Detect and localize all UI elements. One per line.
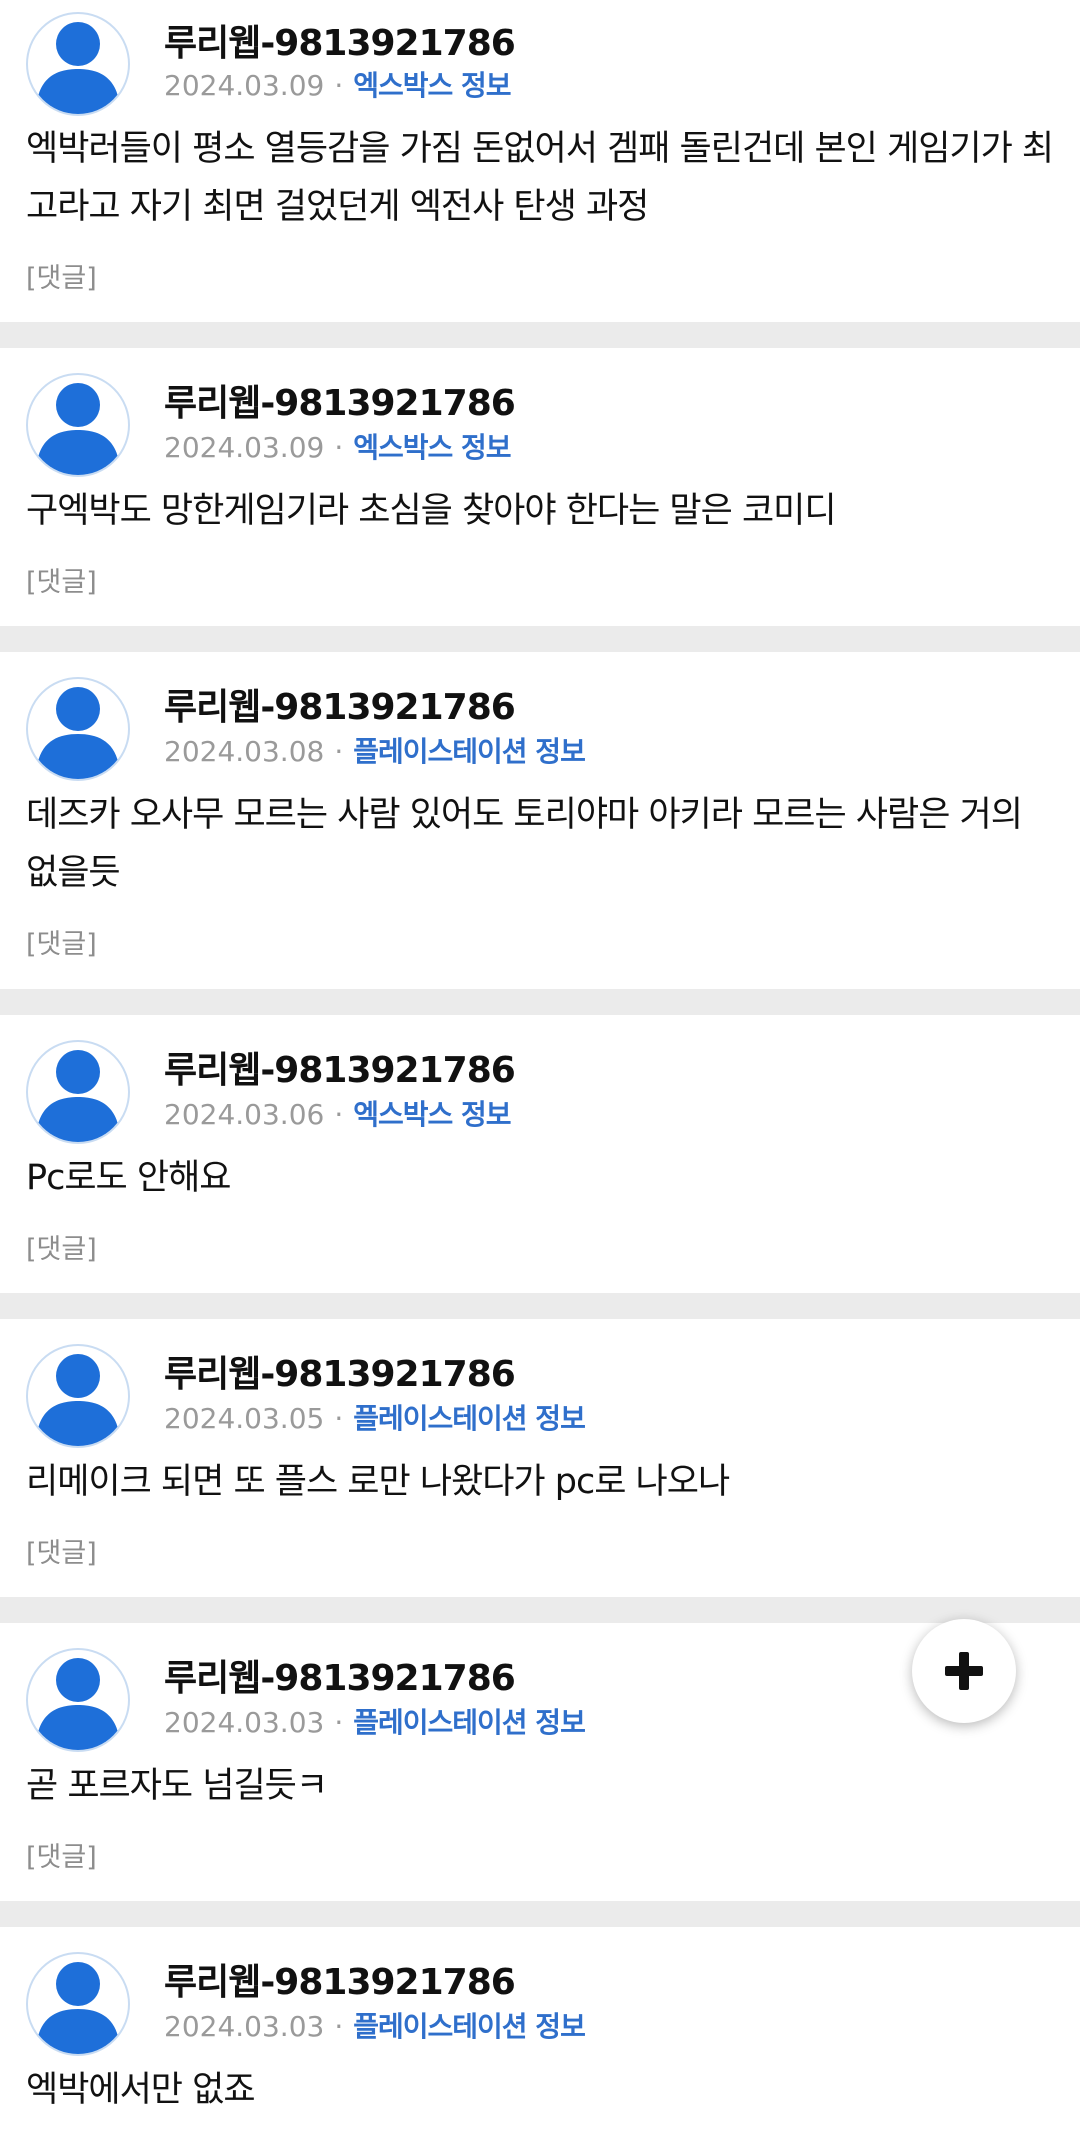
post-date: 2024.03.08 (164, 735, 325, 768)
reply-link[interactable]: [댓글] (26, 1227, 97, 1266)
board-link[interactable]: 엑스박스 정보 (353, 431, 511, 464)
comment-text[interactable]: 구엑박도 망한게임기라 초심을 찾아야 한다는 말은 코미디 (26, 482, 1054, 540)
board-link[interactable]: 플레이스테이션 정보 (353, 1706, 586, 1739)
post-divider (0, 1901, 1080, 1927)
plus-icon (945, 1652, 983, 1690)
post-divider (0, 322, 1080, 348)
reply-link[interactable]: [댓글] (26, 1531, 97, 1570)
post-divider (0, 1597, 1080, 1623)
user-avatar-icon (36, 383, 120, 475)
post-meta: 2024.03.08 · 플레이스테이션 정보 (164, 730, 586, 770)
user-avatar-icon (36, 687, 120, 779)
avatar[interactable] (26, 1648, 130, 1752)
user-avatar-icon (36, 1050, 120, 1142)
author-name[interactable]: 루리웹-9813921786 (164, 678, 516, 730)
post-feed: 루리웹-9813921786 2024.03.09 · 엑스박스 정보 엑박러들이 … (0, 0, 1080, 2127)
reply-link[interactable]: [댓글] (26, 922, 97, 961)
meta-separator: · (334, 1706, 344, 1739)
post-date: 2024.03.06 (164, 1098, 325, 1131)
post-card[interactable]: 루리웹-9813921786 2024.03.09 · 엑스박스 정보 구엑박도 망… (0, 348, 1080, 626)
avatar[interactable] (26, 373, 130, 477)
comment-text[interactable]: 리메이크 되면 또 플스 로만 나왔다가 pc로 나오나 (26, 1453, 1054, 1511)
board-link[interactable]: 플레이스테이션 정보 (353, 735, 586, 768)
comment-text[interactable]: 엑박에서만 없죠 (26, 2061, 1054, 2119)
author-name[interactable]: 루리웹-9813921786 (164, 1041, 516, 1093)
post-meta: 2024.03.09 · 엑스박스 정보 (164, 64, 512, 104)
post-meta: 2024.03.03 · 플레이스테이션 정보 (164, 2005, 586, 2045)
board-link[interactable]: 엑스박스 정보 (353, 1098, 511, 1131)
avatar[interactable] (26, 1344, 130, 1448)
comment-text[interactable]: Pc로도 안해요 (26, 1149, 1054, 1207)
author-name[interactable]: 루리웹-9813921786 (164, 1345, 516, 1397)
board-link[interactable]: 플레이스테이션 정보 (353, 2010, 586, 2043)
meta-separator: · (334, 2010, 344, 2043)
author-name[interactable]: 루리웹-9813921786 (164, 1953, 516, 2005)
post-date: 2024.03.03 (164, 2010, 325, 2043)
meta-separator: · (334, 1402, 344, 1435)
comment-text[interactable]: 엑박러들이 평소 열등감을 가짐 돈없어서 겜패 돌린건데 본인 게임기가 최고… (26, 120, 1054, 236)
comment-text[interactable]: 곧 포르자도 넘길듯ㅋ (26, 1757, 1054, 1815)
post-card[interactable]: 루리웹-9813921786 2024.03.05 · 플레이스테이션 정보 리메이… (0, 1319, 1080, 1597)
post-card[interactable]: 루리웹-9813921786 2024.03.06 · 엑스박스 정보 Pc로도 안… (0, 1015, 1080, 1293)
post-card[interactable]: 루리웹-9813921786 2024.03.09 · 엑스박스 정보 엑박러들이 … (0, 0, 1080, 322)
comment-text[interactable]: 데즈카 오사무 모르는 사람 있어도 토리야마 아키라 모르는 사람은 거의 없… (26, 786, 1054, 902)
avatar[interactable] (26, 1952, 130, 2056)
author-name[interactable]: 루리웹-9813921786 (164, 374, 516, 426)
post-meta: 2024.03.05 · 플레이스테이션 정보 (164, 1397, 586, 1437)
avatar[interactable] (26, 1040, 130, 1144)
meta-separator: · (334, 431, 344, 464)
post-date: 2024.03.09 (164, 69, 325, 102)
reply-link[interactable]: [댓글] (26, 560, 97, 599)
author-name[interactable]: 루리웹-9813921786 (164, 14, 516, 66)
post-divider (0, 989, 1080, 1015)
post-divider (0, 626, 1080, 652)
user-avatar-icon (36, 22, 120, 114)
post-meta: 2024.03.03 · 플레이스테이션 정보 (164, 1701, 586, 1741)
post-card[interactable]: 루리웹-9813921786 2024.03.08 · 플레이스테이션 정보 데즈카… (0, 652, 1080, 989)
meta-separator: · (334, 1098, 344, 1131)
post-date: 2024.03.05 (164, 1402, 325, 1435)
write-post-button[interactable] (912, 1619, 1016, 1723)
user-avatar-icon (36, 1354, 120, 1446)
post-date: 2024.03.03 (164, 1706, 325, 1739)
post-meta: 2024.03.06 · 엑스박스 정보 (164, 1093, 512, 1133)
board-link[interactable]: 엑스박스 정보 (353, 69, 511, 102)
post-meta: 2024.03.09 · 엑스박스 정보 (164, 426, 512, 466)
user-avatar-icon (36, 1962, 120, 2054)
user-avatar-icon (36, 1658, 120, 1750)
avatar[interactable] (26, 677, 130, 781)
meta-separator: · (334, 69, 344, 102)
reply-link[interactable]: [댓글] (26, 1835, 97, 1874)
post-divider (0, 1293, 1080, 1319)
post-card[interactable]: 루리웹-9813921786 2024.03.03 · 플레이스테이션 정보 엑박에… (0, 1927, 1080, 2127)
board-link[interactable]: 플레이스테이션 정보 (353, 1402, 586, 1435)
reply-link[interactable]: [댓글] (26, 256, 97, 295)
avatar[interactable] (26, 12, 130, 116)
meta-separator: · (334, 735, 344, 768)
author-name[interactable]: 루리웹-9813921786 (164, 1649, 516, 1701)
post-date: 2024.03.09 (164, 431, 325, 464)
